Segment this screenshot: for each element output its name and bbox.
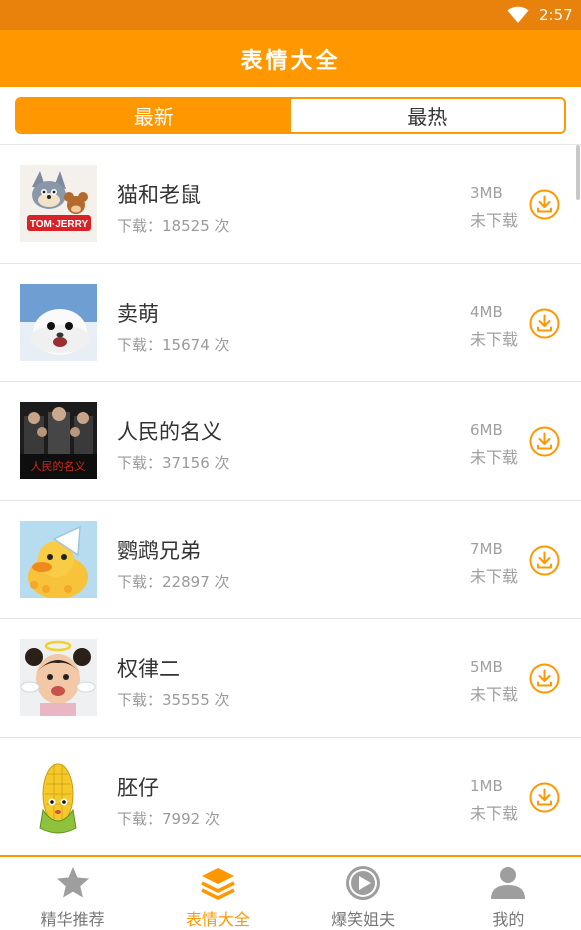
nav-label: 精华推荐 bbox=[40, 910, 105, 929]
pack-name: 猫和老鼠 bbox=[117, 183, 201, 207]
pack-size: 6MB bbox=[470, 421, 503, 439]
list-item[interactable]: 鹦鹉兄弟 下载：22897 次 7MB 未下载 bbox=[0, 501, 581, 619]
thumbnail-image bbox=[20, 520, 97, 598]
thumbnail-image bbox=[20, 639, 97, 716]
tab-switcher: 最新 最热 bbox=[15, 97, 566, 134]
list-item[interactable]: 权律二 下载：35555 次 5MB 未下载 bbox=[0, 619, 581, 738]
app-header: 表情大全 bbox=[0, 30, 581, 87]
download-status: 未下载 bbox=[470, 685, 519, 704]
pack-name: 权律二 bbox=[117, 657, 180, 681]
download-status: 未下载 bbox=[470, 329, 519, 349]
play-icon bbox=[346, 866, 381, 900]
pack-name: 卖萌 bbox=[117, 301, 159, 326]
pack-name: 人民的名义 bbox=[117, 420, 222, 444]
svg-text:TOM·JERRY: TOM·JERRY bbox=[30, 219, 89, 230]
thumbnail-image: 人民的名义 bbox=[20, 402, 97, 479]
pack-size: 7MB bbox=[470, 539, 503, 558]
pack-size: 3MB bbox=[470, 184, 503, 202]
tab-newest[interactable]: 最新 bbox=[17, 99, 291, 132]
thumbnail-image bbox=[20, 757, 97, 835]
pack-name: 鹦鹉兄弟 bbox=[117, 538, 201, 563]
list-item[interactable]: 卖萌 下载：15674 次 4MB 未下载 bbox=[0, 264, 581, 382]
bottom-nav: 精华推荐 表情大全 爆笑姐夫 我的 bbox=[0, 855, 581, 930]
download-icon[interactable] bbox=[529, 308, 560, 339]
download-status: 未下载 bbox=[470, 448, 519, 467]
pack-name: 胚仔 bbox=[117, 775, 159, 800]
star-icon bbox=[56, 867, 89, 898]
status-time: 2:57 bbox=[539, 6, 573, 24]
download-count: 下载：18525 次 bbox=[117, 217, 230, 235]
nav-label: 爆笑姐夫 bbox=[331, 910, 396, 929]
download-status: 未下载 bbox=[470, 803, 519, 823]
nav-item-stickers[interactable]: 表情大全 bbox=[145, 857, 290, 930]
download-icon[interactable] bbox=[529, 663, 560, 694]
pack-size: 4MB bbox=[470, 302, 503, 321]
nav-item-profile[interactable]: 我的 bbox=[436, 857, 581, 930]
nav-label: 表情大全 bbox=[185, 910, 250, 929]
pack-size: 5MB bbox=[470, 658, 503, 676]
svg-text:人民的名义: 人民的名义 bbox=[31, 459, 86, 473]
list-item[interactable]: TOM·JERRY 猫和老鼠 下载：18525 次 3MB 未下载 bbox=[0, 145, 581, 264]
thumbnail-image: TOM·JERRY bbox=[20, 165, 97, 242]
download-count: 下载：35555 次 bbox=[117, 691, 230, 709]
download-status: 未下载 bbox=[470, 211, 519, 230]
thumbnail-image bbox=[20, 283, 97, 361]
download-icon[interactable] bbox=[529, 545, 560, 576]
page-title: 表情大全 bbox=[240, 48, 341, 74]
tab-hottest[interactable]: 最热 bbox=[290, 99, 564, 132]
list-item[interactable]: 胚仔 下载：7992 次 1MB 未下载 bbox=[0, 738, 581, 856]
pack-size: 1MB bbox=[470, 776, 503, 795]
download-icon[interactable] bbox=[529, 189, 560, 220]
download-icon[interactable] bbox=[529, 426, 560, 457]
person-icon bbox=[491, 867, 526, 899]
download-count: 下载：7992 次 bbox=[117, 809, 220, 828]
nav-item-featured[interactable]: 精华推荐 bbox=[0, 857, 145, 930]
wifi-icon bbox=[507, 6, 529, 23]
nav-item-funny-videos[interactable]: 爆笑姐夫 bbox=[291, 857, 436, 930]
list-item[interactable]: 人民的名义 人民的名义 下载：37156 次 6MB 未下载 bbox=[0, 382, 581, 501]
download-count: 下载：22897 次 bbox=[117, 572, 230, 591]
download-count: 下载：15674 次 bbox=[117, 335, 230, 354]
download-icon[interactable] bbox=[529, 782, 560, 813]
layers-icon bbox=[201, 868, 235, 900]
download-status: 未下载 bbox=[470, 566, 519, 586]
nav-label: 我的 bbox=[492, 910, 525, 929]
sticker-pack-list[interactable]: TOM·JERRY 猫和老鼠 下载：18525 次 3MB 未下载 卖萌 下载：… bbox=[0, 145, 581, 855]
download-count: 下载：37156 次 bbox=[117, 454, 230, 472]
scrollbar[interactable] bbox=[576, 145, 580, 200]
status-bar: 2:57 bbox=[0, 0, 581, 30]
